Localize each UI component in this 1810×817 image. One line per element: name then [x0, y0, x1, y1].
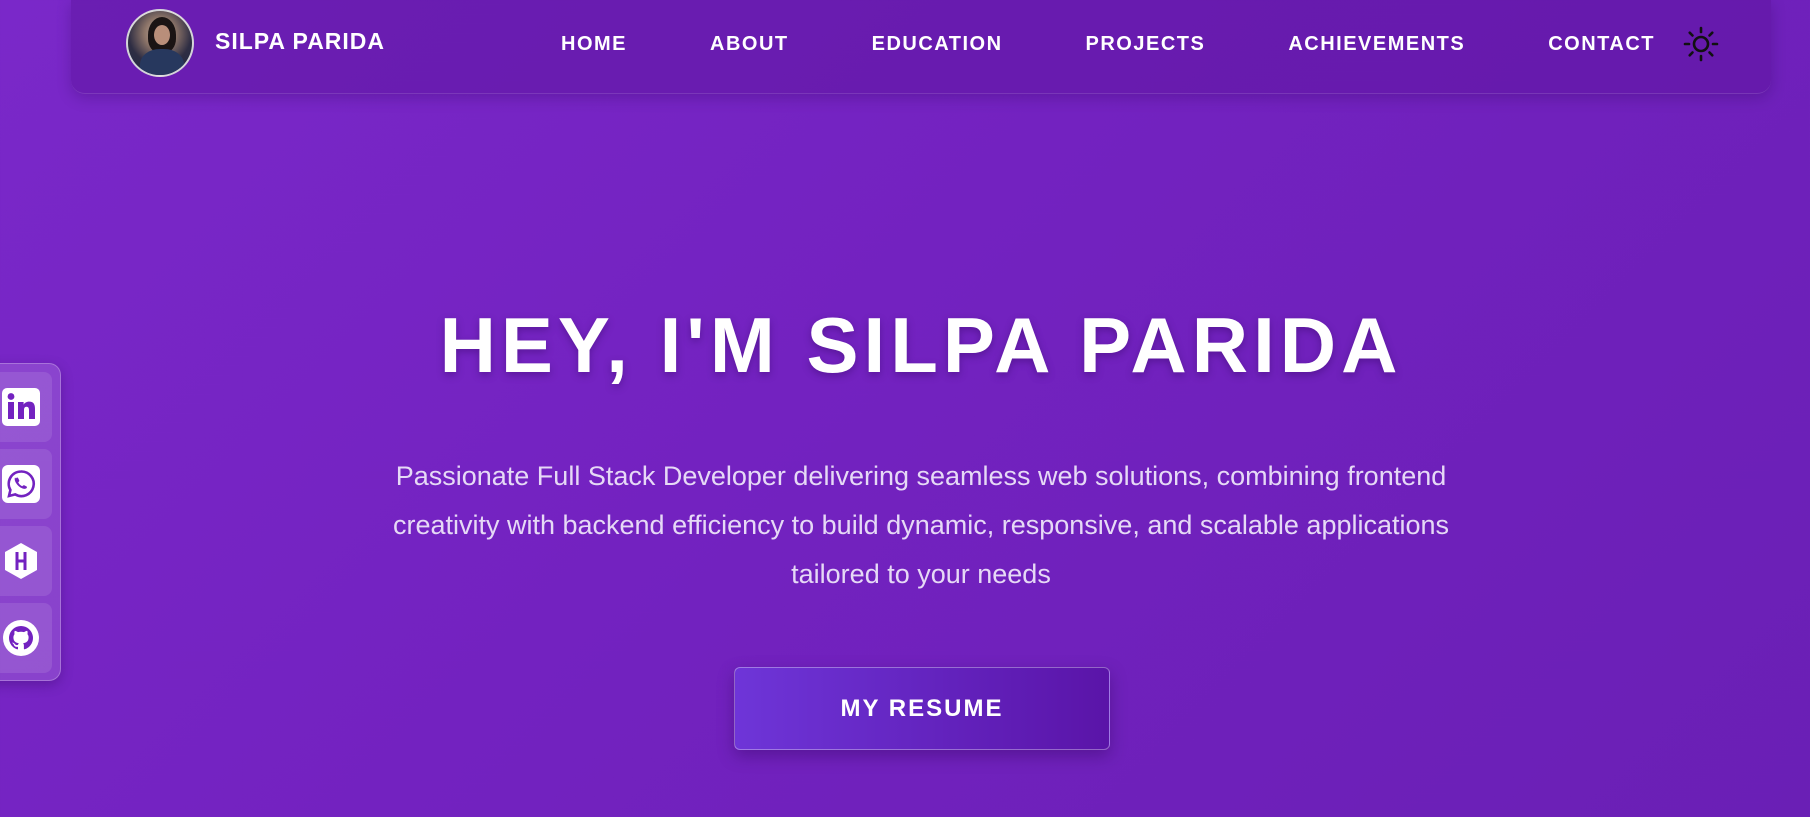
github-link[interactable]: [0, 603, 52, 673]
social-sidebar: [0, 363, 61, 681]
linkedin-icon: [1, 388, 40, 426]
whatsapp-icon: [1, 465, 40, 503]
nav-link-projects[interactable]: PROJECTS: [1086, 33, 1206, 56]
avatar[interactable]: [126, 9, 194, 77]
nav-link-achievements[interactable]: ACHIEVEMENTS: [1288, 33, 1465, 56]
theme-toggle-sun-icon[interactable]: [1681, 24, 1721, 64]
my-resume-button[interactable]: MY RESUME: [734, 667, 1110, 750]
nav-link-home[interactable]: HOME: [561, 33, 627, 56]
hashnode-link[interactable]: [0, 526, 52, 596]
nav-links: HOME ABOUT EDUCATION PROJECTS ACHIEVEMEN…: [561, 0, 1655, 88]
nav-link-about[interactable]: ABOUT: [710, 33, 789, 56]
whatsapp-link[interactable]: [0, 449, 52, 519]
nav-link-education[interactable]: EDUCATION: [872, 33, 1003, 56]
nav-link-contact[interactable]: CONTACT: [1548, 33, 1655, 56]
top-navbar: SILPA PARIDA HOME ABOUT EDUCATION PROJEC…: [71, 0, 1771, 94]
brand-name[interactable]: SILPA PARIDA: [215, 28, 385, 55]
github-icon: [2, 620, 39, 656]
hero-description: Passionate Full Stack Developer deliveri…: [392, 461, 1450, 589]
hashnode-icon: [4, 543, 37, 579]
hero-title: HEY, I'M SILPA PARIDA: [439, 301, 1403, 389]
